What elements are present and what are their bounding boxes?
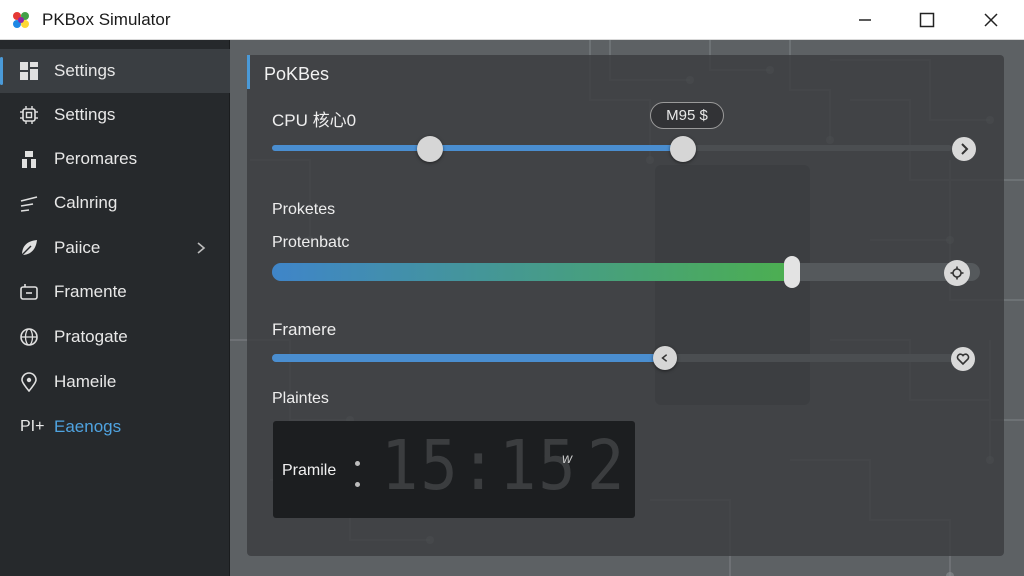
sidebar-item-pratogate[interactable]: Pratogate: [0, 315, 230, 359]
clock-digits: 15:15: [381, 425, 578, 506]
section-label: Proketes: [272, 201, 336, 218]
chevron-right-icon: [197, 242, 206, 254]
clock-section-label: Plaintes: [272, 390, 329, 407]
maximize-icon: [919, 12, 935, 28]
close-button[interactable]: [968, 0, 1014, 40]
sidebar-item-label: Peromares: [54, 149, 138, 168]
sidebar-item-hameile[interactable]: Hameile: [0, 360, 230, 404]
chevron-right-icon: [961, 143, 969, 155]
sidebar-item-label: Paiice: [54, 238, 101, 257]
progress-label: Protenbatc: [272, 234, 350, 251]
bar-chart-icon: [19, 149, 39, 169]
sidebar-item-settings[interactable]: Settings: [0, 49, 230, 93]
frame-favorite-button[interactable]: [951, 347, 975, 371]
cpu-range-low-thumb[interactable]: [416, 136, 443, 162]
sidebar-item-paiice[interactable]: Paiice: [0, 226, 230, 270]
clock-dot: [355, 461, 360, 466]
chip-icon: [19, 105, 39, 125]
panel-title: PoKBes: [264, 64, 330, 84]
chevron-left-icon: [661, 354, 668, 362]
clock-display: Pramile 15:15 w 2: [273, 421, 635, 518]
clock-last-digit: 2: [587, 425, 627, 506]
folder-icon: [19, 282, 39, 302]
minimize-button[interactable]: [842, 0, 888, 40]
title-bar: PKBox Simulator: [0, 0, 1024, 40]
progress-fill: [272, 263, 793, 281]
frame-label: Framere: [272, 320, 337, 339]
clock-label: Pramile: [282, 462, 337, 479]
sidebar-item-eaenogs[interactable]: PI+ Eaenogs: [0, 405, 230, 449]
sidebar-item-peromares[interactable]: Peromares: [0, 137, 230, 181]
app-logo-icon: [13, 12, 29, 28]
sidebar-item-prefix: PI+: [20, 418, 45, 435]
clock-indicator: w: [562, 450, 573, 466]
leaf-icon: [19, 238, 39, 258]
clock-dot: [355, 482, 360, 487]
minimize-icon: [859, 19, 871, 21]
gear-icon: [950, 266, 964, 280]
maximize-button[interactable]: [904, 0, 950, 40]
sidebar-item-label: Framente: [54, 282, 127, 301]
sidebar-item-label: Pratogate: [54, 327, 128, 346]
cpu-value-bubble: M95 $: [650, 102, 724, 129]
cpu-range-fill: [272, 145, 684, 151]
progress-settings-button[interactable]: [944, 260, 970, 286]
dashboard-icon: [19, 61, 39, 81]
sidebar-item-calnring[interactable]: Calnring: [0, 181, 230, 225]
sidebar-item-label: Calnring: [54, 193, 118, 212]
window-title: PKBox Simulator: [42, 10, 171, 29]
cpu-label: CPU 核心0: [272, 111, 357, 130]
progress-handle[interactable]: [784, 256, 801, 288]
sidebar-item-label: Settings: [54, 61, 116, 80]
sidebar-item-label: Settings: [54, 105, 116, 124]
cpu-next-button[interactable]: [952, 137, 976, 161]
sidebar-item-label: Eaenogs: [54, 417, 122, 436]
heart-icon: [956, 353, 970, 366]
frame-fill: [272, 354, 666, 362]
sidebar-item-label: Hameile: [54, 372, 117, 391]
lines-icon: [19, 193, 39, 213]
location-pin-icon: [19, 372, 39, 392]
sidebar: Settings Settings Peromares Calnring Pai…: [0, 40, 230, 576]
close-icon: [984, 13, 998, 27]
globe-icon: [19, 327, 39, 347]
sidebar-item-settings-chip[interactable]: Settings: [0, 93, 230, 137]
sidebar-item-framente[interactable]: Framente: [0, 270, 230, 314]
